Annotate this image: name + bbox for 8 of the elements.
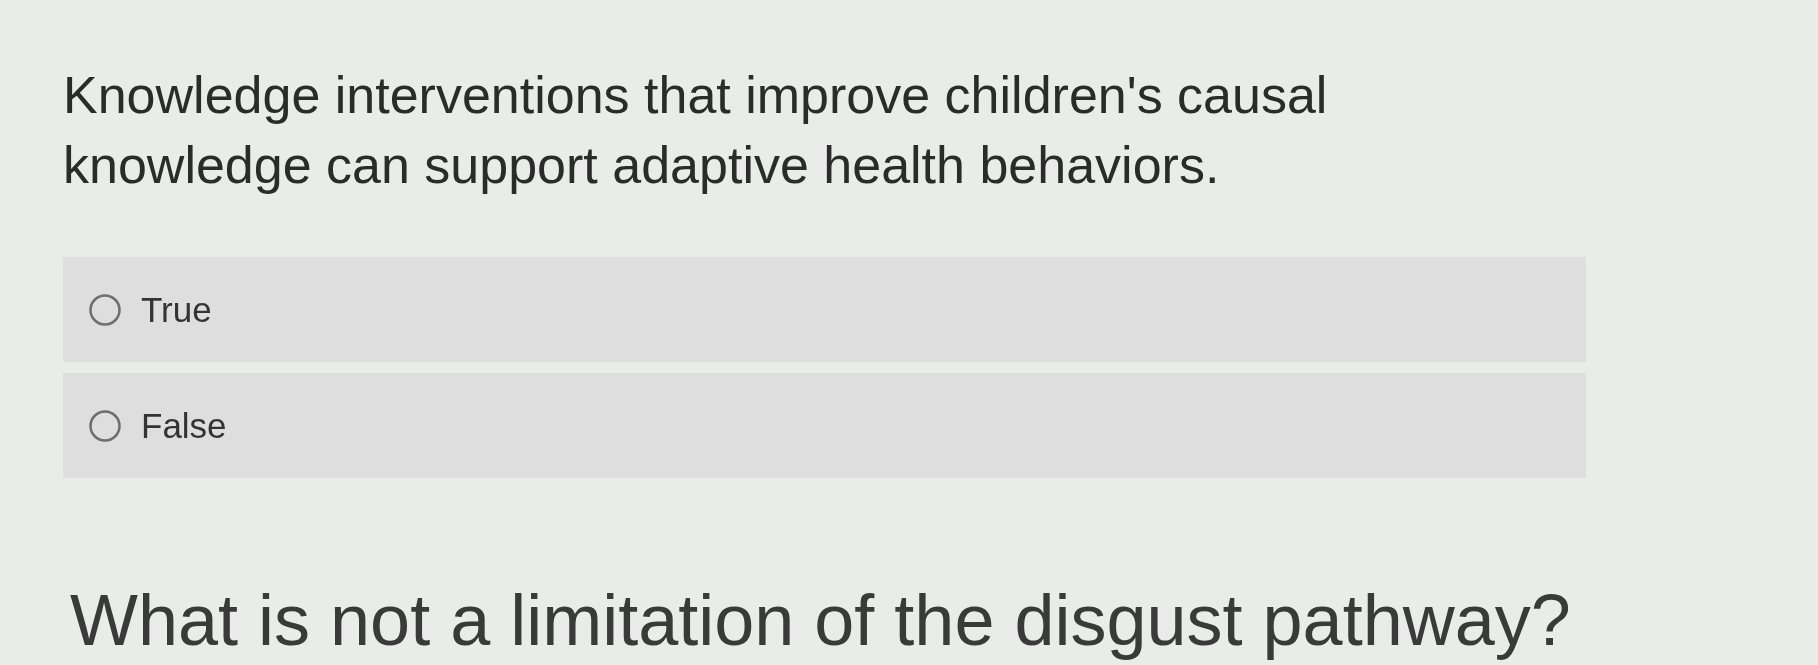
answer-option[interactable]: False [63, 373, 1586, 478]
radio-button[interactable] [89, 409, 121, 442]
option-label: True [141, 292, 212, 327]
radio-button[interactable] [89, 293, 121, 326]
question-text: Knowledge interventions that improve children's causal knowledge can support adaptive health behaviors. [63, 65, 1329, 196]
answer-option[interactable]: True [63, 257, 1586, 362]
option-label: False [141, 408, 227, 443]
question-text: What is not a limitation of the disgust pathway? [69, 582, 1572, 658]
